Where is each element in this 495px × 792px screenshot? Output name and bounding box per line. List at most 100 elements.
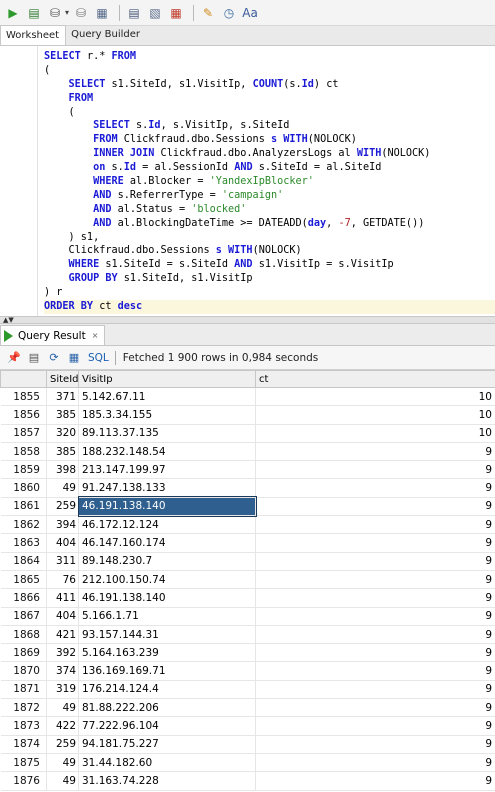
autotrace-icon[interactable]: ▤ [125,4,143,22]
visitip-cell[interactable]: 185.3.34.155 [78,405,256,425]
table-row[interactable]: 1871 319 176.214.124.4 9 [0,680,495,700]
table-row[interactable]: 1863 404 46.147.160.174 9 [0,533,495,553]
run-script-icon[interactable]: ▤ [25,4,43,22]
table-row[interactable]: 1869 392 5.164.163.239 9 [0,643,495,663]
visitip-cell[interactable]: 93.157.144.31 [78,625,256,645]
clear-icon[interactable]: ✎ [199,4,217,22]
ct-cell[interactable]: 9 [255,570,495,590]
table-row[interactable]: 1864 311 89.148.230.7 9 [0,552,495,571]
row-number-cell[interactable]: 1861 [0,497,47,517]
visitip-cell[interactable]: 176.214.124.4 [78,680,256,700]
table-row[interactable]: 1874 259 94.181.75.227 9 [0,735,495,754]
ct-cell[interactable]: 10 [255,387,495,407]
ct-cell[interactable]: 9 [255,625,495,645]
siteid-cell[interactable]: 49 [46,753,79,773]
column-header-visitip[interactable]: VisitIp [78,370,256,388]
siteid-cell[interactable]: 404 [46,533,79,553]
siteid-cell[interactable]: 259 [46,735,79,754]
siteid-cell[interactable]: 404 [46,607,79,626]
code-line[interactable]: FROM Clickfraud.dbo.Sessions s WITH(NOLO… [44,133,495,147]
table-row[interactable]: 1866 411 46.191.138.140 9 [0,588,495,608]
code-line[interactable]: GROUP BY s1.SiteId, s1.VisitIp [44,272,495,286]
code-line[interactable]: ( [44,106,495,120]
row-number-cell[interactable]: 1868 [0,625,47,645]
ct-cell[interactable]: 9 [255,771,495,791]
rollback-icon[interactable]: ⛁ [72,4,90,22]
freeze-icon[interactable]: ▦ [66,350,82,366]
table-row[interactable]: 1875 49 31.44.182.60 9 [0,753,495,773]
ct-cell[interactable]: 10 [255,405,495,425]
ct-cell[interactable]: 9 [255,515,495,535]
code-line[interactable]: SELECT r.* FROM [44,50,495,64]
code-line[interactable]: FROM [44,92,495,106]
row-number-cell[interactable]: 1857 [0,424,47,443]
siteid-cell[interactable]: 398 [46,460,79,480]
siteid-cell[interactable]: 374 [46,661,79,681]
visitip-cell[interactable]: 46.147.160.174 [78,533,256,553]
siteid-cell[interactable]: 320 [46,424,79,443]
tab-query-builder[interactable]: Query Builder [66,25,146,45]
row-number-cell[interactable]: 1873 [0,716,47,736]
row-number-cell[interactable]: 1876 [0,771,47,791]
ct-cell[interactable]: 9 [255,661,495,681]
row-number-cell[interactable]: 1870 [0,661,47,681]
visitip-cell[interactable]: 212.100.150.74 [78,570,256,590]
run-statement-icon[interactable]: ▶ [4,4,22,22]
dropdown-arrow-icon[interactable]: ▾ [65,8,69,17]
row-number-cell[interactable]: 1872 [0,698,47,718]
ct-cell[interactable]: 10 [255,424,495,443]
table-row[interactable]: 1861 259 46.191.138.140 9 [0,496,495,517]
table-row[interactable]: 1857 320 89.113.37.135 10 [0,424,495,443]
column-header-ct[interactable]: ct [255,370,495,388]
table-row[interactable]: 1862 394 46.172.12.124 9 [0,515,495,535]
siteid-cell[interactable]: 422 [46,716,79,736]
explain-plan-icon[interactable]: ▦ [93,4,111,22]
siteid-cell[interactable]: 411 [46,588,79,608]
row-number-cell[interactable]: 1874 [0,735,47,754]
visitip-cell[interactable]: 5.166.1.71 [78,607,256,626]
row-number-cell[interactable]: 1867 [0,607,47,626]
ct-cell[interactable]: 9 [255,588,495,608]
ct-cell[interactable]: 9 [255,460,495,480]
row-number-cell[interactable]: 1855 [0,387,47,407]
sql-code[interactable]: SELECT r.* FROM( SELECT s1.SiteId, s1.Vi… [44,50,495,314]
tab-worksheet[interactable]: Worksheet [0,25,67,45]
code-line[interactable]: INNER JOIN Clickfraud.dbo.AnalyzersLogs … [44,147,495,161]
visitip-cell[interactable]: 89.148.230.7 [78,552,256,571]
row-number-cell[interactable]: 1864 [0,552,47,571]
visitip-cell[interactable]: 31.44.182.60 [78,753,256,773]
code-line[interactable]: ( [44,64,495,78]
ct-cell[interactable]: 9 [255,643,495,663]
code-line[interactable]: WHERE al.Blocker = 'YandexIpBlocker' [44,175,495,189]
table-row[interactable]: 1876 49 31.163.74.228 9 [0,771,495,791]
siteid-cell[interactable]: 311 [46,552,79,571]
row-number-cell[interactable]: 1860 [0,478,47,498]
siteid-cell[interactable]: 49 [46,771,79,791]
visitip-cell[interactable]: 94.181.75.227 [78,735,256,754]
ct-cell[interactable]: 9 [255,533,495,553]
code-line[interactable]: on s.Id = al.SessionId AND s.SiteId = al… [44,161,495,175]
visitip-cell[interactable]: 5.142.67.11 [78,387,256,407]
row-number-cell[interactable]: 1856 [0,405,47,425]
format-icon[interactable]: ▦ [167,4,185,22]
table-row[interactable]: 1855 371 5.142.67.11 10 [0,387,495,407]
code-line[interactable]: AND al.Status = 'blocked' [44,203,495,217]
ct-cell[interactable]: 9 [255,442,495,462]
siteid-cell[interactable]: 385 [46,405,79,425]
visitip-cell[interactable]: 77.222.96.104 [78,716,256,736]
table-row[interactable]: 1872 49 81.88.222.206 9 [0,698,495,718]
siteid-cell[interactable]: 371 [46,387,79,407]
code-line[interactable]: SELECT s1.SiteId, s1.VisitIp, COUNT(s.Id… [44,78,495,92]
table-row[interactable]: 1867 404 5.166.1.71 9 [0,607,495,626]
table-row[interactable]: 1858 385 188.232.148.54 9 [0,442,495,462]
siteid-cell[interactable]: 421 [46,625,79,645]
ct-cell[interactable]: 9 [255,698,495,718]
column-header-siteid[interactable]: SiteId [46,370,79,388]
sql-link[interactable]: SQL [88,352,109,364]
siteid-cell[interactable]: 259 [46,497,79,517]
code-line[interactable]: WHERE s1.SiteId = s.SiteId AND s1.VisitI… [44,258,495,272]
siteid-cell[interactable]: 76 [46,570,79,590]
print-icon[interactable]: ▤ [26,350,42,366]
visitip-cell[interactable]: 213.147.199.97 [78,460,256,480]
row-number-header[interactable] [0,370,47,388]
